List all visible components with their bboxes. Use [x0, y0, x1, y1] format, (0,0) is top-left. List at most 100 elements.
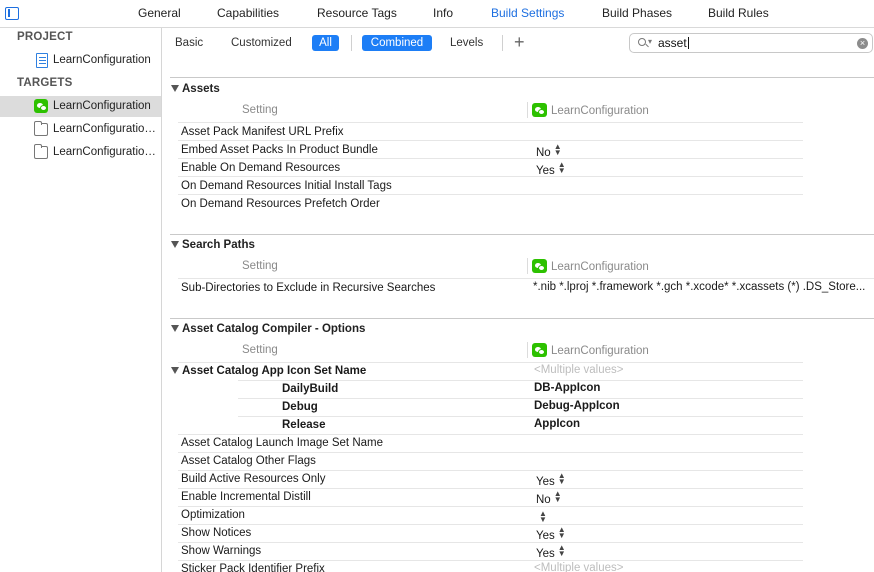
stepper-icon: ▲ ▼	[557, 525, 566, 540]
config-name: Release	[282, 419, 326, 431]
setting-name: Sub-Directories to Exclude in Recursive …	[181, 282, 436, 294]
search-input[interactable]: asset	[658, 36, 689, 50]
sidebar-item-target-app[interactable]: LearnConfiguration	[0, 96, 161, 117]
tab-capabilities[interactable]: Capabilities	[217, 6, 279, 20]
filter-customized-button[interactable]: Customized	[231, 35, 292, 51]
column-divider	[527, 342, 528, 358]
section-divider	[170, 234, 874, 235]
setting-value[interactable]: Yes▲ ▼	[536, 543, 566, 561]
row-divider	[178, 560, 803, 561]
disclosure-triangle-icon[interactable]	[171, 85, 179, 92]
tab-info[interactable]: Info	[433, 6, 453, 20]
column-header-target: LearnConfiguration	[532, 103, 649, 117]
setting-value[interactable]: No▲ ▼	[536, 489, 562, 507]
row-divider	[178, 140, 803, 141]
wechat-app-icon	[532, 259, 547, 273]
sidebar-item-target-tests[interactable]: LearnConfigurationTests	[0, 119, 161, 140]
tab-general[interactable]: General	[138, 6, 181, 20]
setting-name: Show Notices	[181, 527, 252, 539]
add-setting-button[interactable]: +	[514, 32, 525, 52]
sidebar-item-label: LearnConfiguration	[53, 100, 151, 112]
setting-name: Show Warnings	[181, 545, 262, 557]
row-divider	[178, 488, 803, 489]
row-divider	[178, 434, 803, 435]
search-icon	[638, 38, 646, 46]
search-field[interactable]: ▾ asset ×	[629, 33, 873, 53]
row-divider	[238, 416, 803, 417]
section-header-search-paths[interactable]: Search Paths	[171, 239, 255, 251]
folder-icon	[34, 121, 48, 136]
wechat-app-icon	[532, 103, 547, 117]
chevron-down-icon[interactable]: ▾	[648, 37, 652, 46]
tab-build-settings[interactable]: Build Settings	[491, 6, 564, 20]
tab-resource-tags[interactable]: Resource Tags	[317, 6, 397, 20]
setting-value[interactable]: <Multiple values>	[534, 364, 624, 376]
project-header: PROJECT	[17, 31, 73, 43]
stepper-icon[interactable]: ▲ ▼	[539, 510, 547, 524]
setting-name: Asset Catalog Launch Image Set Name	[181, 437, 384, 449]
section-header-assets[interactable]: Assets	[171, 83, 220, 95]
setting-value[interactable]: *.nib *.lproj *.framework *.gch *.xcode*…	[533, 281, 865, 293]
wechat-app-icon	[34, 99, 48, 113]
row-divider	[178, 470, 803, 471]
config-value[interactable]: AppIcon	[534, 418, 580, 430]
column-header-setting: Setting	[242, 344, 278, 356]
row-divider	[178, 362, 803, 363]
setting-name: Enable Incremental Distill	[181, 491, 311, 503]
sidebar-item-label: LearnConfigurationTests	[53, 123, 159, 135]
stepper-icon: ▲ ▼	[557, 543, 566, 558]
row-divider	[238, 380, 803, 381]
setting-value[interactable]: <Multiple values>	[534, 562, 624, 572]
build-settings-list: Assets Setting LearnConfiguration Asset …	[163, 57, 874, 572]
tab-build-rules[interactable]: Build Rules	[708, 6, 769, 20]
disclosure-triangle-icon[interactable]	[171, 241, 179, 248]
section-divider	[170, 77, 874, 78]
column-header-target: LearnConfiguration	[532, 343, 649, 357]
navigator-toggle-icon[interactable]	[5, 7, 19, 20]
setting-name: Embed Asset Packs In Product Bundle	[181, 144, 378, 156]
column-header-target: LearnConfiguration	[532, 259, 649, 273]
setting-name: Sticker Pack Identifier Prefix	[181, 563, 325, 572]
config-value[interactable]: Debug-AppIcon	[534, 400, 620, 412]
filter-levels-button[interactable]: Levels	[450, 35, 483, 51]
setting-value[interactable]: No▲ ▼	[536, 142, 562, 160]
setting-name: Asset Catalog Other Flags	[181, 455, 316, 467]
disclosure-triangle-icon[interactable]	[171, 325, 179, 332]
row-divider	[178, 542, 803, 543]
config-value[interactable]: DB-AppIcon	[534, 382, 600, 394]
row-divider	[178, 176, 803, 177]
setting-name: On Demand Resources Prefetch Order	[181, 198, 380, 210]
row-divider	[178, 506, 803, 507]
config-name: Debug	[282, 401, 318, 413]
stepper-icon: ▲ ▼	[553, 142, 562, 157]
filter-divider	[351, 35, 352, 51]
row-divider	[178, 524, 803, 525]
sidebar-item-project[interactable]: LearnConfiguration	[0, 50, 161, 71]
setting-value[interactable]: Yes▲ ▼	[536, 471, 566, 489]
filter-all-button[interactable]: All	[312, 35, 339, 51]
setting-name: Asset Catalog App Icon Set Name	[171, 365, 366, 377]
row-divider	[178, 194, 803, 195]
setting-name: Enable On Demand Resources	[181, 162, 341, 174]
disclosure-triangle-icon[interactable]	[171, 367, 179, 374]
setting-value[interactable]: Yes▲ ▼	[536, 161, 566, 178]
sidebar-item-label: LearnConfiguration	[53, 54, 151, 66]
build-settings-filter-bar: Basic Customized All Combined Levels + ▾…	[163, 28, 874, 57]
tab-build-phases[interactable]: Build Phases	[602, 6, 672, 20]
row-divider	[238, 398, 803, 399]
filter-combined-button[interactable]: Combined	[362, 35, 432, 51]
row-divider	[178, 122, 803, 123]
stepper-icon: ▲ ▼	[553, 489, 562, 504]
clear-search-icon[interactable]: ×	[857, 38, 868, 49]
setting-value[interactable]: Yes▲ ▼	[536, 525, 566, 543]
stepper-icon: ▲ ▼	[557, 471, 566, 486]
column-header-setting: Setting	[242, 260, 278, 272]
section-divider	[170, 318, 874, 319]
setting-name: Asset Pack Manifest URL Prefix	[181, 126, 344, 138]
column-header-setting: Setting	[242, 104, 278, 116]
filter-basic-button[interactable]: Basic	[175, 35, 203, 51]
config-name: DailyBuild	[282, 383, 339, 395]
section-header-asset-catalog[interactable]: Asset Catalog Compiler - Options	[171, 323, 365, 335]
setting-name: Optimization	[181, 509, 245, 521]
sidebar-item-target-uitests[interactable]: LearnConfigurationUITests	[0, 142, 161, 163]
